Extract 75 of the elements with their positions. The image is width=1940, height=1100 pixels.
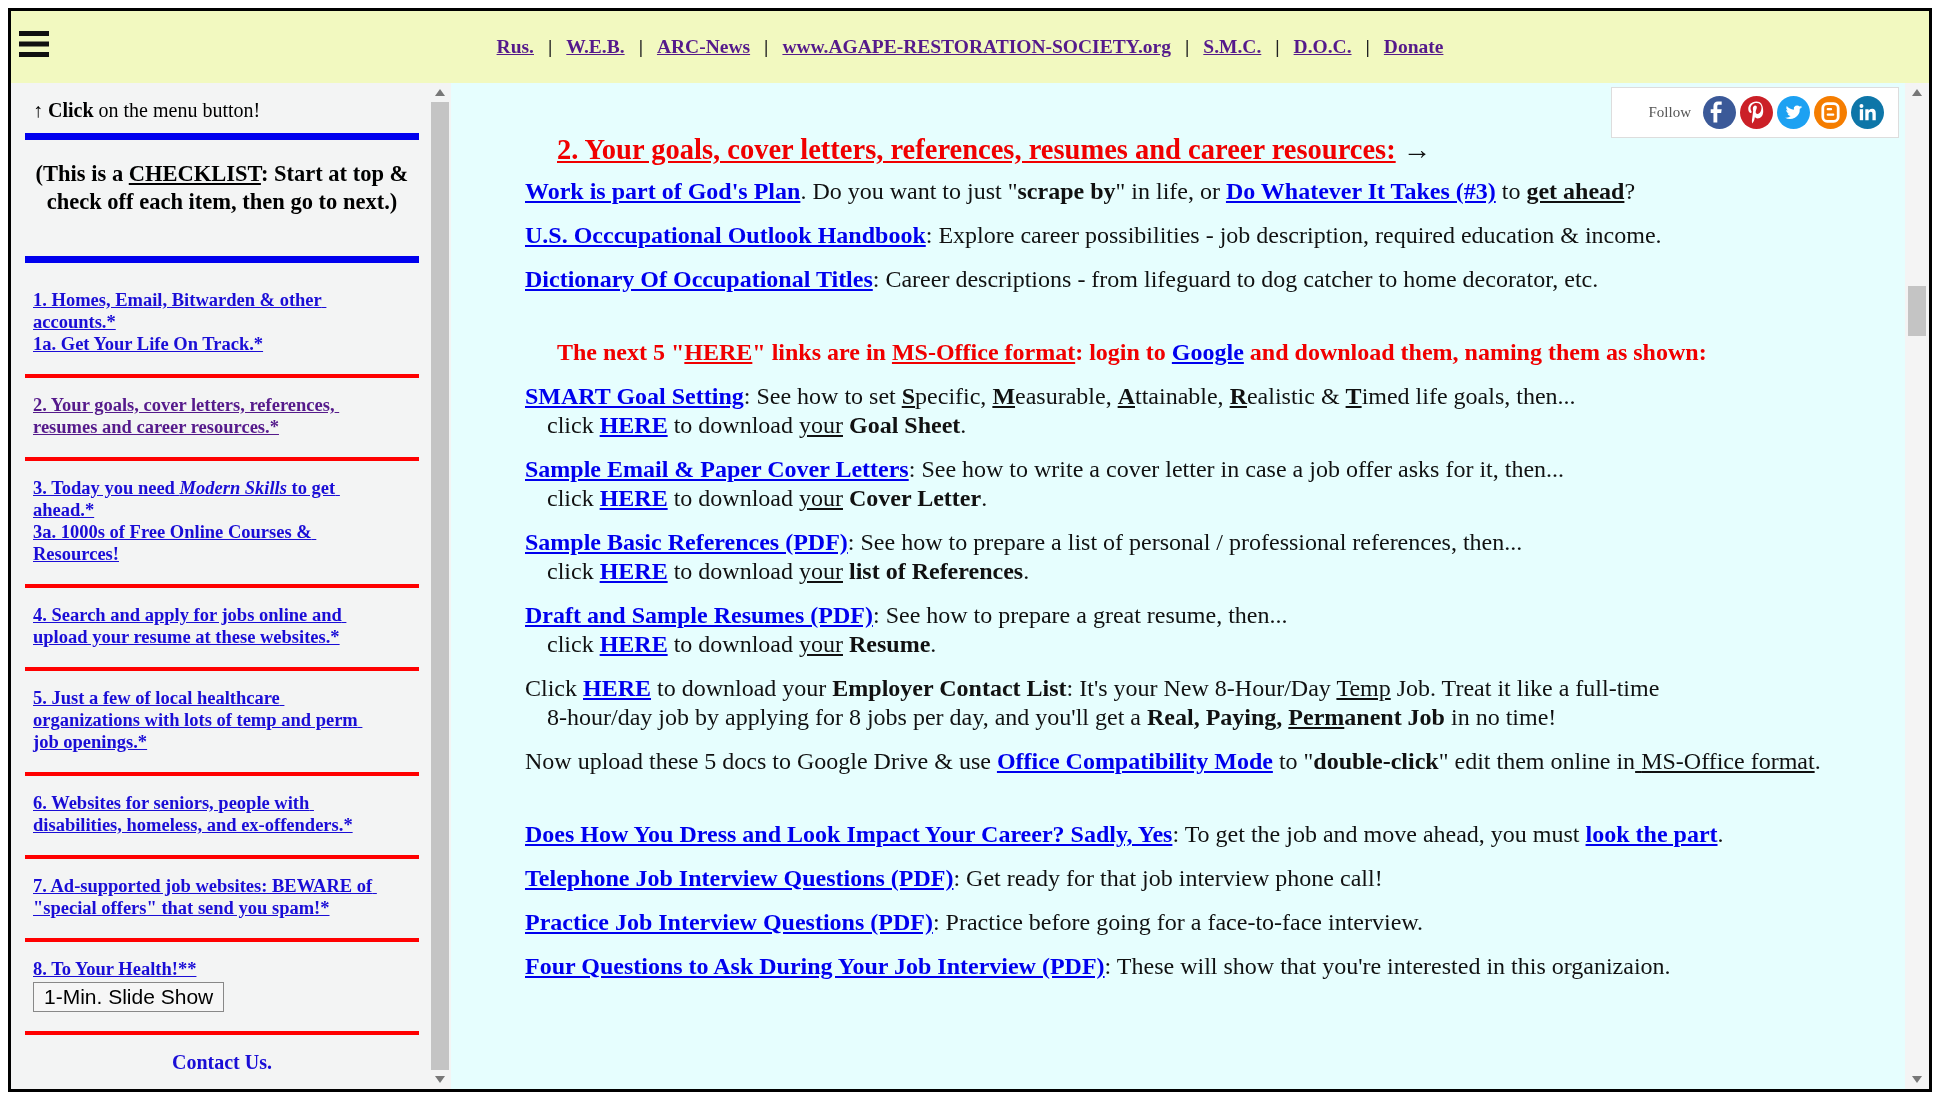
follow-label: Follow [1648, 103, 1691, 122]
text-link[interactable]: Office Compatibility Mode [996, 747, 1273, 776]
paragraph: Sample Basic References (PDF): See how to prepare a list of personal / professional references, then... click HERE to download your list of References. [525, 528, 1524, 586]
menu-icon[interactable] [19, 31, 49, 57]
scroll-up-icon[interactable] [435, 89, 445, 96]
scroll-down-icon[interactable] [435, 1076, 445, 1083]
paragraph: Telephone Job Interview Questions (PDF): Get ready for that job interview phone call! [525, 864, 1384, 893]
nav-link[interactable]: S.M.C. [1203, 36, 1262, 58]
social-icon[interactable] [1740, 96, 1773, 129]
text-link[interactable]: HERE [599, 631, 668, 657]
slide-show-button[interactable]: 1-Min. Slide Show [33, 982, 225, 1012]
sidebar-link[interactable]: 3. Today you need Modern Skills to get ahead.* [33, 477, 385, 521]
text-link[interactable]: HERE [599, 412, 668, 438]
paragraph: Dictionary Of Occupational Titles: Career descriptions - from lifeguard to dog catcher to home decorator, etc. [525, 265, 1600, 294]
menu-hint: ↑ Click on the menu button! [33, 98, 262, 123]
text-link[interactable]: Sample Basic References (PDF) [525, 529, 848, 555]
nav-separator: | [764, 36, 769, 58]
scroll-up-icon[interactable] [1912, 89, 1922, 96]
paragraph: SMART Goal Setting: See how to set Specific, Measurable, Attainable, Realistic & Timed life goals, then... click HERE to download your Goal Sheet. [525, 382, 1577, 440]
paragraph: U.S. Occcupational Outlook Handbook: Explore career possibilities - job description, required education & income. [525, 221, 1663, 250]
nav-link[interactable]: ARC-News [656, 36, 751, 58]
text-link[interactable]: HERE [599, 558, 668, 584]
sidebar-link[interactable]: 4. Search and apply for jobs online and upload your resume at these websites.* [33, 604, 385, 648]
text-link[interactable]: look the part [1585, 820, 1718, 849]
text-link[interactable]: Practice Job Interview Questions (PDF) [525, 908, 933, 937]
paragraph: Now upload these 5 docs to Google Drive & use Office Compatibility Mode to "double-click" edit them online in MS-Office format. [525, 747, 1822, 776]
nav-separator: | [548, 36, 553, 58]
paragraph: Work is part of God's Plan. Do you want to just "scrape by" in life, or Do Whatever It Takes (#3) to get ahead? [525, 177, 1637, 206]
paragraph: The next 5 "HERE" links are in MS-Office format: login to Google and download them, naming them as shown: [557, 338, 1708, 367]
text-link[interactable]: Sample Email & Paper Cover Letters [525, 456, 909, 482]
paragraph: Does How You Dress and Look Impact Your Career? Sadly, Yes: To get the job and move ahead, you must look the part. [525, 820, 1725, 849]
social-icon[interactable] [1777, 96, 1810, 129]
text-link[interactable]: Draft and Sample Resumes (PDF) [525, 602, 873, 628]
text-link[interactable]: Does How You Dress and Look Impact Your Career? Sadly, Yes [525, 820, 1173, 849]
section-heading: 2. Your goals, cover letters, references, resumes and career resources: → [557, 133, 1433, 167]
sidebar-link[interactable]: 2. Your goals, cover letters, references, resumes and career resources.* [33, 394, 385, 438]
text-link[interactable]: Work is part of God's Plan [525, 177, 801, 206]
sidebar-link[interactable]: 6. Websites for seniors, people with disabilities, homeless, and ex-offenders.* [33, 792, 385, 836]
scroll-down-icon[interactable] [1912, 1076, 1922, 1083]
nav-separator: | [1275, 36, 1280, 58]
text-link[interactable]: Google [1171, 339, 1244, 365]
paragraph: Click HERE to download your Employer Contact List: It's your New 8-Hour/Day Temp Job. Treat it like a full-time 8-hour/day job by applying for 8 jobs per day, and you'll get a Real, Paying, Permanent Job in no time! [525, 674, 1661, 732]
sidebar-link[interactable]: 1a. Get Your Life On Track.* [33, 333, 385, 355]
nav-link[interactable]: D.O.C. [1293, 36, 1352, 58]
nav-link[interactable]: W.E.B. [566, 36, 625, 58]
nav-separator: | [1185, 36, 1190, 58]
text-link[interactable]: HERE [599, 485, 668, 511]
contact-link[interactable]: Contact Us. [172, 1051, 272, 1073]
sidebar-link[interactable]: 5. Just a few of local healthcare organizations with lots of temp and perm job openings.* [33, 687, 385, 753]
text-link[interactable]: HERE [583, 675, 651, 701]
nav-link[interactable]: www.AGAPE-RESTORATION-SOCIETY.org [782, 36, 1171, 58]
text-link[interactable]: Dictionary Of Occupational Titles [525, 265, 873, 294]
text-link[interactable]: Telephone Job Interview Questions (PDF) [525, 864, 954, 893]
paragraph: Practice Job Interview Questions (PDF): Practice before going for a face-to-face interview. [525, 908, 1425, 937]
checklist-note: (This is a CHECKLIST: Start at top & check off each item, then go to next.) [34, 160, 410, 216]
paragraph: Sample Email & Paper Cover Letters: See how to write a cover letter in case a job offer asks for it, then... click HERE to download your Cover Letter. [525, 455, 1566, 513]
text-link[interactable]: U.S. Occcupational Outlook Handbook [525, 221, 926, 250]
social-icon[interactable] [1851, 96, 1884, 129]
paragraph: Draft and Sample Resumes (PDF): See how to prepare a great resume, then... click HERE to download your Resume. [525, 601, 1289, 659]
text-link[interactable]: Do Whatever It Takes (#3) [1225, 177, 1496, 206]
nav-link[interactable]: Donate [1383, 36, 1444, 58]
social-icon[interactable] [1703, 96, 1736, 129]
nav-separator: | [1365, 36, 1370, 58]
text-link[interactable]: SMART Goal Setting [525, 383, 744, 409]
sidebar-link[interactable]: 7. Ad-supported job websites: BEWARE of "special offers" that send you spam!* [33, 875, 385, 919]
scrollbar-thumb[interactable] [1908, 286, 1926, 336]
sidebar-link[interactable]: 8. To Your Health!** [33, 958, 385, 980]
nav-link[interactable]: Rus. [496, 36, 534, 58]
nav-separator: | [638, 36, 643, 58]
scrollbar-thumb[interactable] [431, 102, 449, 1070]
sidebar-link[interactable]: 1. Homes, Email, Bitwarden & other accounts.* [33, 289, 385, 333]
paragraph: Four Questions to Ask During Your Job Interview (PDF): These will show that you're interested in this organizaion. [525, 952, 1672, 981]
text-link[interactable]: 2. Your goals, cover letters, references, resumes and career resources: [557, 134, 1396, 165]
text-link[interactable]: Four Questions to Ask During Your Job Interview (PDF) [525, 952, 1105, 981]
sidebar-link[interactable]: 3a. 1000s of Free Online Courses & Resources! [33, 521, 385, 565]
